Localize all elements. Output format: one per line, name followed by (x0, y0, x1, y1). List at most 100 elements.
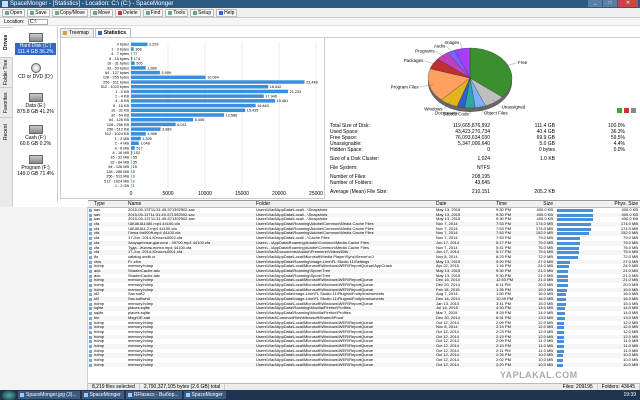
histogram-bar[interactable] (131, 179, 132, 183)
file-type-label: sf2 (94, 297, 100, 302)
y-category-label: 1 - 2 GB (115, 184, 130, 188)
size-bar-fill (557, 265, 570, 269)
taskbar-item[interactable]: RFlasacs - Выбор... (125, 391, 182, 399)
histogram-bar[interactable] (131, 117, 194, 122)
tab-favorites[interactable]: Favorites (0, 87, 13, 117)
hard-disk-icon (28, 125, 43, 134)
stop-icon[interactable] (624, 108, 629, 113)
size-bar-fill (557, 269, 569, 273)
col-name[interactable]: Name (128, 201, 256, 207)
minimize-button[interactable]: _ (588, 0, 602, 7)
file-icon (89, 344, 92, 348)
histogram-bar[interactable] (131, 94, 264, 98)
find-icon (145, 10, 150, 15)
file-icon (89, 223, 92, 227)
histogram-bar[interactable] (131, 75, 206, 80)
setup-button[interactable]: Setup (190, 8, 215, 17)
tools-button[interactable]: Tools (165, 8, 189, 17)
col-folder[interactable]: Folder (256, 201, 436, 207)
taskbar-item[interactable]: SpaceMonger (183, 391, 226, 399)
help-button[interactable]: Help (216, 8, 238, 17)
tab-treemap[interactable]: Treemap (60, 28, 94, 37)
table-row[interactable]: hdmp memory.hdmp Users\Vlad\AppData\Local\… (88, 362, 640, 368)
histogram-bar[interactable] (131, 132, 146, 136)
tab-drives[interactable]: Drives (0, 27, 13, 57)
copy-move-button[interactable]: Copy/Move (51, 8, 88, 17)
histogram-bar[interactable] (131, 66, 146, 70)
histogram-bar[interactable] (131, 108, 246, 113)
stats-bytes: 1,024 (477, 156, 490, 162)
tab-statistics[interactable]: Statistics (94, 28, 132, 37)
maximize-button[interactable]: □ (603, 0, 617, 7)
drive-d[interactable]: CD or DVD (D:) (15, 63, 56, 80)
tab-recent[interactable]: Recent (0, 117, 13, 147)
col-date[interactable]: Date (436, 201, 496, 207)
col-size[interactable]: Size (520, 201, 555, 207)
drive-f-program[interactable]: Program (F:) 149.0 GB 71.4% (15, 155, 56, 177)
histogram-bar[interactable] (131, 61, 135, 65)
drive-f-cash[interactable]: Cash (F:) 60.6 GB 0.2% (15, 125, 56, 147)
y-category-label: 8 - 16 MB (113, 151, 130, 155)
bar-value-label: 6,041 (177, 123, 187, 127)
location-input[interactable]: C:\ (28, 19, 48, 25)
histogram-bar[interactable] (131, 150, 133, 155)
drive-e[interactable]: Data (E:) 875.8 GB 41.2% (15, 93, 56, 115)
col-type[interactable]: Type (88, 201, 128, 207)
taskbar-item[interactable]: SpaceMonger.jpg (3)... (18, 391, 80, 399)
histogram-bar[interactable] (131, 103, 256, 108)
file-type-label: hdmp (94, 283, 105, 287)
histogram-bar[interactable] (131, 84, 269, 89)
col-time[interactable]: Time (496, 201, 520, 207)
y-category-label: 1 - 2 MB (115, 137, 130, 141)
histogram-bar[interactable] (131, 113, 225, 117)
delete-button[interactable]: Delete (115, 8, 141, 17)
file-type-label: cfa (94, 240, 100, 245)
histogram-bar[interactable] (131, 169, 132, 174)
histogram-bar[interactable] (131, 122, 176, 127)
file-icon (89, 298, 92, 302)
histogram-bar[interactable] (131, 89, 289, 94)
histogram-bar[interactable] (131, 52, 132, 56)
histogram-bar[interactable] (131, 80, 305, 84)
histogram-bar[interactable] (131, 165, 132, 169)
drive-pct: 41.2% (39, 109, 54, 115)
histogram-bar[interactable] (131, 183, 132, 188)
bar-value-label: 3,989 (162, 127, 172, 131)
refresh-icon[interactable] (617, 108, 622, 113)
histogram-bar[interactable] (131, 174, 132, 178)
histogram-bar[interactable] (131, 99, 276, 103)
drive-c[interactable]: Hard Disk (C:) 111.4 GB 36.2% (15, 33, 56, 55)
bar-value-label: 19,481 (277, 99, 289, 103)
bar-value-label: 3,909 (161, 71, 171, 75)
tab-folder-tree[interactable]: Folder Tree (0, 57, 13, 87)
histogram-bar[interactable] (131, 56, 133, 61)
histogram-bar[interactable] (131, 127, 161, 131)
histogram-bar[interactable] (131, 47, 134, 51)
drive-pct: 0.2% (39, 141, 52, 147)
file-phys-size: 10.0 MB (623, 362, 638, 367)
histogram-bar[interactable] (131, 70, 160, 75)
watermark: YAPLAKAL.COM (500, 370, 578, 380)
histogram-bar[interactable] (131, 155, 132, 160)
open-button[interactable]: Open (2, 8, 26, 17)
save-button[interactable]: Save (27, 8, 50, 17)
taskbar-item[interactable]: SpaceMonger (81, 391, 124, 399)
histogram-bar[interactable] (131, 160, 132, 164)
col-phys-size[interactable]: Phys. Size (597, 201, 640, 207)
histogram-bar[interactable] (131, 141, 139, 146)
find-button[interactable]: Find (142, 8, 164, 17)
move-button[interactable]: Move (89, 8, 114, 17)
size-bar-fill (557, 302, 566, 306)
histogram-bar[interactable] (131, 136, 141, 141)
stats-row: Size of a Disk Cluster: 1,024 1.0 KB (330, 156, 630, 162)
file-type-label: hdmp (94, 348, 105, 353)
start-button[interactable] (2, 390, 16, 400)
close-button[interactable]: ✕ (618, 0, 638, 7)
side-tabs: Drives Folder Tree Favorites Recent (0, 27, 13, 207)
col-bar[interactable] (555, 201, 597, 207)
histogram-bar[interactable] (131, 146, 135, 150)
size-bar-fill (557, 213, 594, 217)
settings-icon[interactable] (631, 108, 636, 113)
file-icon (89, 335, 92, 339)
histogram-bar[interactable] (131, 42, 148, 47)
